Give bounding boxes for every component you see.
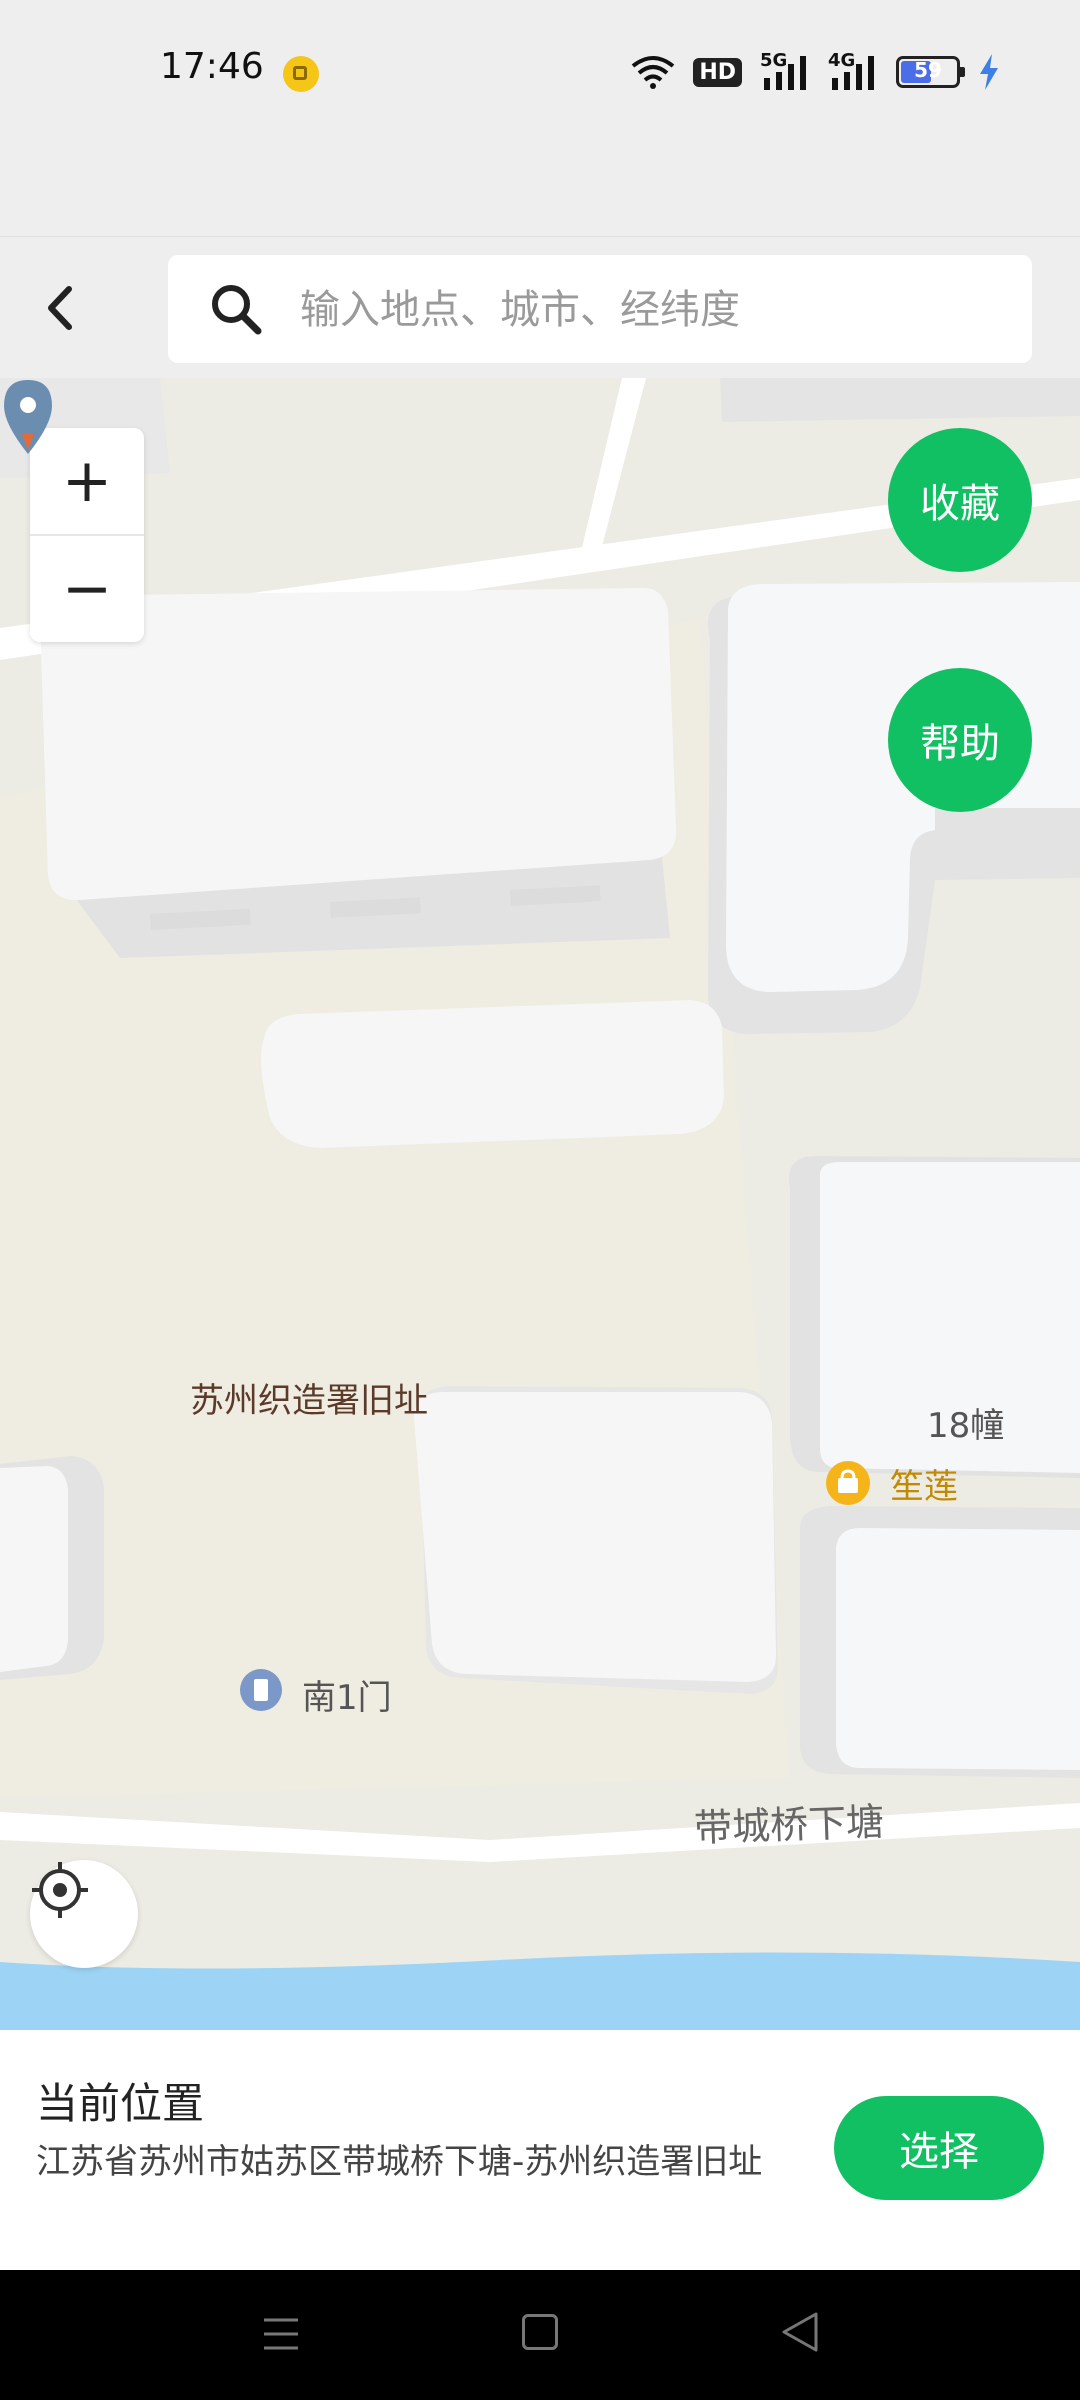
building [414,1386,778,1694]
poi-label-gate[interactable]: 南1门 [302,1670,392,1719]
top-bar [0,236,1080,379]
search-box[interactable] [168,255,1032,363]
home-icon[interactable] [522,2314,558,2350]
poi-label-shop[interactable]: 笙莲 [890,1459,958,1508]
gate-icon[interactable] [240,1669,282,1711]
building [261,1000,724,1148]
battery-icon: 59 [896,56,965,88]
zoom-control: + − [30,428,144,642]
back-triangle-icon[interactable] [780,2310,820,2354]
battery-tip [960,67,965,77]
app-notification-icon [283,56,319,92]
wifi-icon [632,56,675,89]
status-bar: 17:46 HD 5G 4G 59 [0,0,1080,140]
favorite-button[interactable]: 收藏 [888,428,1032,572]
poi-label-main[interactable]: 苏州织造署旧址 [190,1373,428,1422]
charging-bolt-icon [980,54,998,90]
map-view[interactable]: + − 收藏 帮助 苏州织造署旧址 18幢 笙莲 南1门 带城桥下塘 [0,378,1080,2030]
building [800,1506,1080,1778]
menu-icon[interactable] [262,2314,300,2354]
shopping-bag-icon[interactable] [826,1461,870,1505]
signal-4g-icon: 4G [828,50,878,90]
help-button[interactable]: 帮助 [888,668,1032,812]
signal-5g-icon: 5G [760,50,810,90]
search-icon [212,285,262,335]
back-button[interactable] [30,273,90,343]
system-nav-bar [0,2270,1080,2400]
map-canvas [0,378,1080,2030]
zoom-out-button[interactable]: − [30,536,144,642]
current-address: 江苏省苏州市姑苏区带城桥下塘-苏州织造署旧址 [36,2142,763,2182]
chevron-left-icon [48,286,72,330]
building [36,587,677,958]
status-icons: HD 5G 4G 59 [631,50,1000,92]
building-18-label: 18幢 [927,1406,1005,1446]
locate-me-button[interactable] [30,1860,138,1968]
select-button[interactable]: 选择 [834,2096,1044,2200]
hd-voice-icon: HD [693,57,742,87]
location-panel: 当前位置 江苏省苏州市姑苏区带城桥下塘-苏州织造署旧址 选择 [0,2030,1080,2270]
battery-level: 59 [914,58,942,82]
current-location-title: 当前位置 [36,2079,205,2128]
road-label: 带城桥下塘 [693,1799,885,1851]
screen: 17:46 HD 5G 4G 59 输入地点、城市、经纬度 + − 收藏 帮助 … [0,0,1080,2400]
building [0,1456,104,1680]
crosshair-icon [32,1862,88,1918]
status-time: 17:46 [160,46,264,87]
search-input[interactable] [298,269,1002,351]
location-pin-icon[interactable] [0,378,56,456]
